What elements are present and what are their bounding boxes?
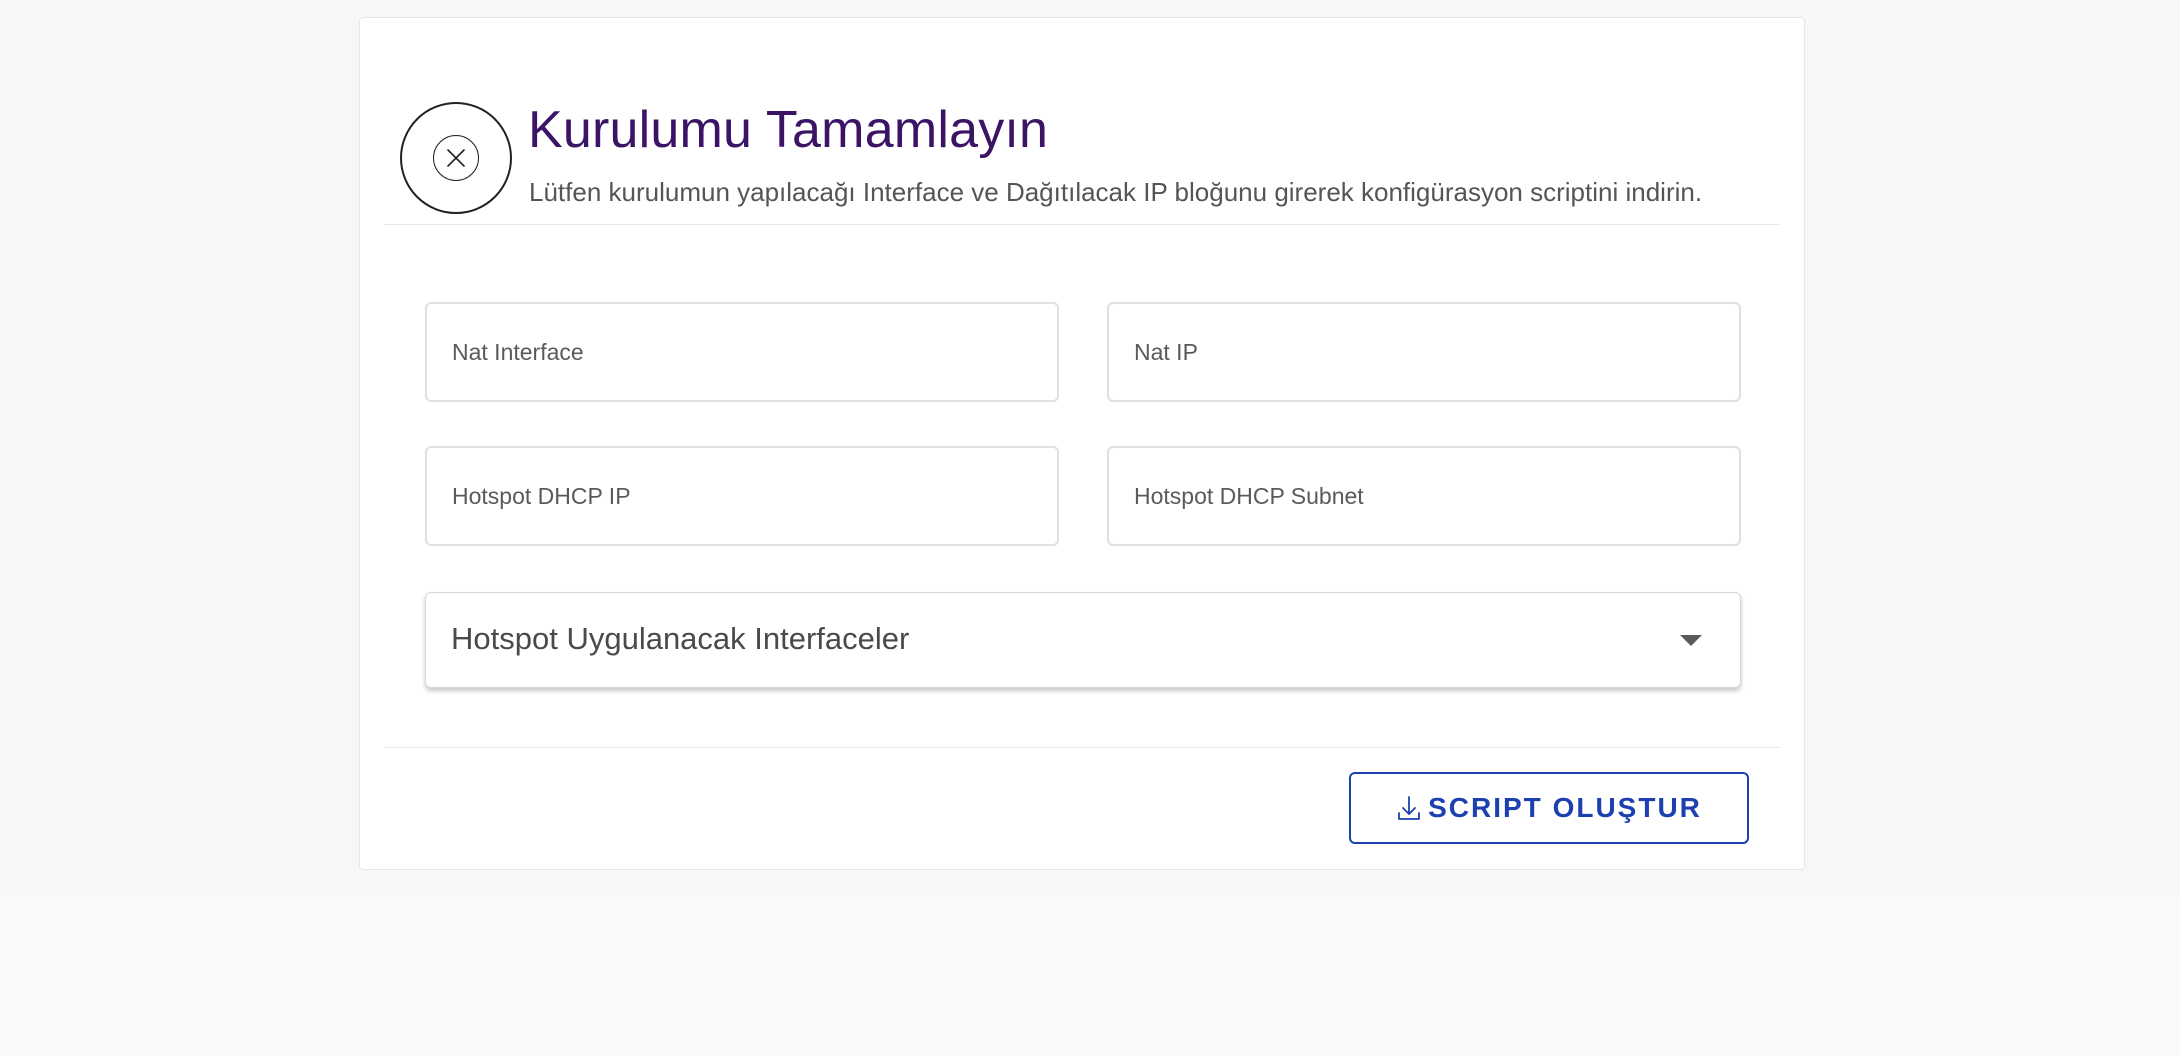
close-circle-icon bbox=[400, 102, 512, 214]
download-icon bbox=[1398, 796, 1421, 820]
hotspot-dhcp-subnet-input[interactable] bbox=[1109, 448, 1739, 544]
hotspot-interfaces-label: Hotspot Uygulanacak Interfaceler bbox=[451, 621, 910, 656]
page-title: Kurulumu Tamamlayın bbox=[528, 101, 1049, 159]
close-icon bbox=[433, 135, 479, 181]
nat-interface-field bbox=[425, 302, 1059, 402]
nat-interface-input[interactable] bbox=[427, 304, 1057, 400]
nat-ip-field bbox=[1107, 302, 1741, 402]
setup-card: Kurulumu Tamamlayın Lütfen kurulumun yap… bbox=[359, 17, 1805, 870]
hotspot-dhcp-subnet-field bbox=[1107, 446, 1741, 546]
page-subtitle: Lütfen kurulumun yapılacağı Interface ve… bbox=[529, 177, 1703, 207]
footer-divider bbox=[384, 747, 1780, 748]
caret-down-icon bbox=[1680, 635, 1702, 646]
hotspot-interfaces-select[interactable]: Hotspot Uygulanacak Interfaceler bbox=[425, 592, 1741, 688]
x-mark-icon bbox=[447, 149, 465, 167]
hotspot-dhcp-ip-field bbox=[425, 446, 1059, 546]
nat-ip-input[interactable] bbox=[1109, 304, 1739, 400]
hotspot-dhcp-ip-input[interactable] bbox=[427, 448, 1057, 544]
script-create-button[interactable]: SCRIPT OLUŞTUR bbox=[1349, 772, 1749, 844]
header-divider bbox=[384, 224, 1780, 225]
script-create-label: SCRIPT OLUŞTUR bbox=[1428, 792, 1702, 823]
